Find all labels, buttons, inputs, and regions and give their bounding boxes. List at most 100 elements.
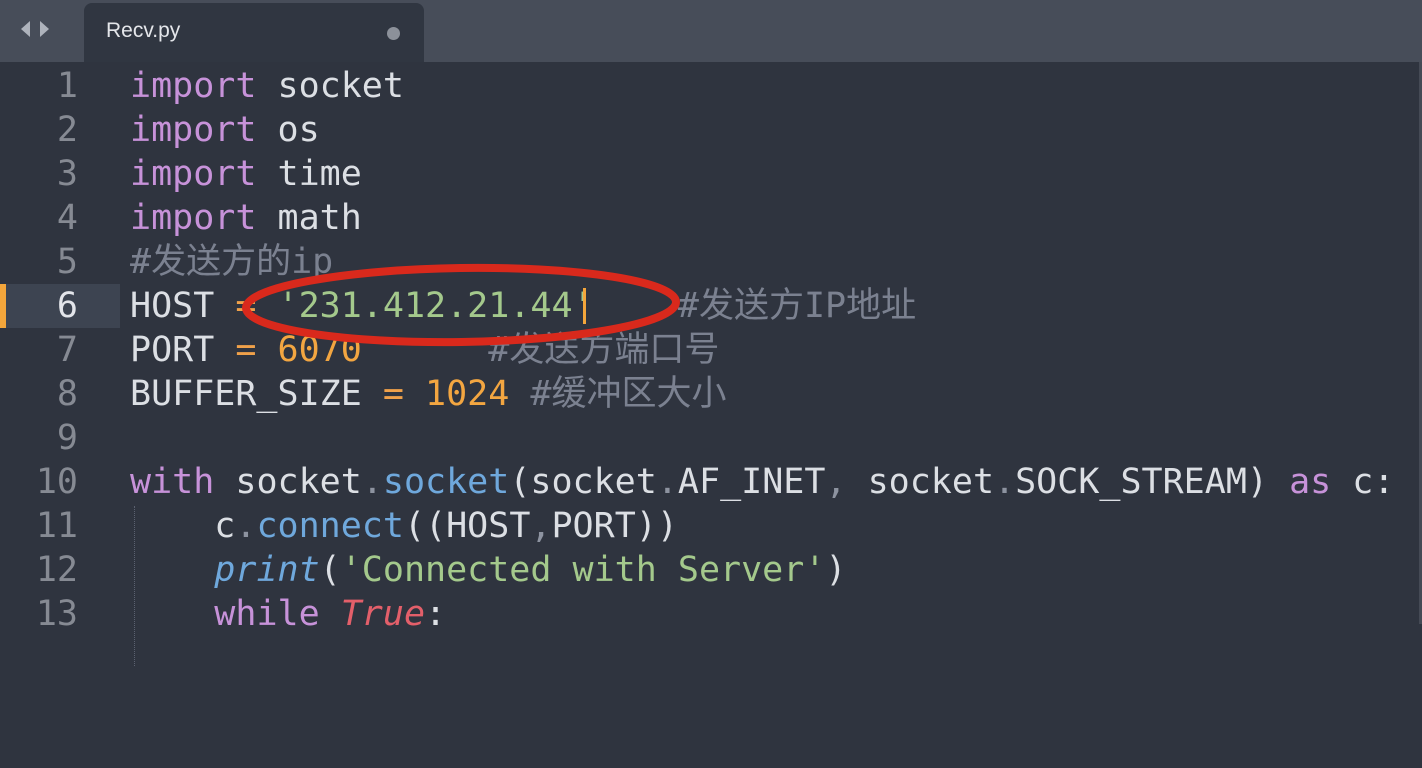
identifier: PORT)) <box>551 506 678 546</box>
number-literal: 6070 <box>277 330 362 370</box>
identifier: c <box>214 506 236 546</box>
colon: : <box>425 594 447 634</box>
number-literal: 1024 <box>425 374 510 414</box>
code-line: 10 with socket.socket(socket.AF_INET, so… <box>0 460 1422 504</box>
code-line: 9 <box>0 416 1422 460</box>
keyword: import <box>130 66 257 106</box>
code-text: BUFFER_SIZE = 1024 #缓冲区大小 <box>130 372 726 416</box>
paren: ( <box>319 550 341 590</box>
text-cursor <box>583 288 586 324</box>
dot: . <box>361 462 383 502</box>
identifier: os <box>277 110 320 150</box>
tab-title: Recv.py <box>106 19 181 42</box>
code-text: #发送方的ip <box>130 240 333 284</box>
unsaved-dot-icon[interactable] <box>387 27 400 40</box>
identifier: socket <box>214 462 362 502</box>
line-number: 1 <box>56 66 78 106</box>
comment: #发送方IP地址 <box>677 286 917 326</box>
builtin-function: print <box>214 550 320 590</box>
line-number: 13 <box>35 594 78 634</box>
keyword: with <box>130 462 215 502</box>
line-number: 11 <box>35 506 78 546</box>
code-text: c.connect((HOST,PORT)) <box>130 504 678 548</box>
identifier: math <box>277 198 362 238</box>
code-line: 8 BUFFER_SIZE = 1024 #缓冲区大小 <box>0 372 1422 416</box>
identifier: (socket <box>509 462 657 502</box>
code-line: 11 c.connect((HOST,PORT)) <box>0 504 1422 548</box>
code-line: 3 import time <box>0 152 1422 196</box>
identifier: PORT <box>130 330 215 370</box>
operator: = <box>235 286 257 326</box>
line-number: 5 <box>56 242 78 282</box>
comment: #发送方端口号 <box>488 330 720 370</box>
code-line: 2 import os <box>0 108 1422 152</box>
operator: = <box>382 374 404 414</box>
indent-guide <box>134 506 135 666</box>
code-line: 1 import socket <box>0 64 1422 108</box>
comment: #缓冲区大小 <box>530 374 727 414</box>
line-number: 2 <box>56 110 78 150</box>
tab-bar: Recv.py <box>0 0 1422 62</box>
identifier: socket <box>277 66 404 106</box>
line-number: 8 <box>56 374 78 414</box>
code-text: import time <box>130 152 362 196</box>
identifier: BUFFER_SIZE <box>130 374 362 414</box>
code-text: HOST = '231.412.21.44' #发送方IP地址 <box>130 284 916 328</box>
code-text: print('Connected with Server') <box>130 548 846 592</box>
code-text: import math <box>130 196 362 240</box>
tab-recv-py[interactable]: Recv.py <box>84 3 424 62</box>
code-text: import os <box>130 108 320 152</box>
paren: ) <box>825 550 847 590</box>
code-line: 13 while True: <box>0 592 1422 636</box>
identifier: AF_INET <box>677 462 826 502</box>
identifier: time <box>277 154 362 194</box>
line-number: 6 <box>0 284 120 328</box>
string-literal: 'Connected with Server' <box>340 550 826 590</box>
identifier: c: <box>1331 462 1395 502</box>
comment: #发送方的ip <box>130 242 334 282</box>
comma: , <box>825 462 847 502</box>
code-text: import socket <box>130 64 404 108</box>
code-editor[interactable]: 1 import socket 2 import os 3 import tim… <box>0 64 1422 666</box>
line-number: 7 <box>56 330 78 370</box>
line-number: 4 <box>56 198 78 238</box>
dot: . <box>656 462 678 502</box>
line-number: 9 <box>56 418 78 458</box>
constant: True <box>340 594 426 634</box>
keyword: import <box>130 198 257 238</box>
identifier: SOCK_STREAM) <box>1015 462 1268 502</box>
code-text: PORT = 6070 #发送方端口号 <box>130 328 719 372</box>
identifier: HOST <box>130 286 215 326</box>
code-line: 12 print('Connected with Server') <box>0 548 1422 592</box>
line-number: 10 <box>35 462 78 502</box>
chevron-left-icon[interactable] <box>18 19 32 39</box>
function-name: connect <box>256 506 404 546</box>
code-line-current: 6 HOST = '231.412.21.44' #发送方IP地址 <box>0 284 1422 328</box>
tab-navigation <box>18 17 52 41</box>
keyword: while <box>214 594 320 634</box>
chevron-right-icon[interactable] <box>38 19 52 39</box>
comma: , <box>530 506 552 546</box>
function-name: socket <box>382 462 510 502</box>
dot: . <box>235 506 257 546</box>
line-number: 3 <box>56 154 78 194</box>
keyword: as <box>1289 462 1332 502</box>
line-number: 12 <box>35 550 78 590</box>
identifier: ((HOST <box>403 506 531 546</box>
string-literal: '231.412.21.44' <box>277 286 594 326</box>
